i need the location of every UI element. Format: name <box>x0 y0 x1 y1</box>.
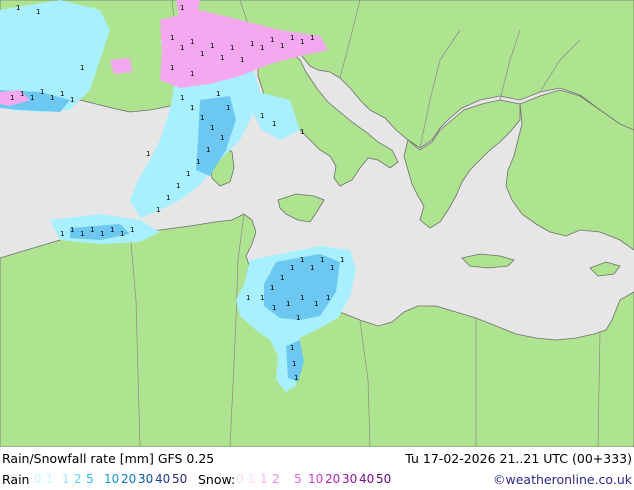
svg-text:1: 1 <box>286 300 290 308</box>
rain-legend-label: Rain <box>2 472 30 487</box>
snow-legend-1: 1 <box>260 472 268 486</box>
rain-legend-5: 5 <box>86 472 94 486</box>
svg-text:1: 1 <box>36 8 40 16</box>
svg-text:1: 1 <box>290 264 294 272</box>
svg-text:1: 1 <box>190 70 194 78</box>
svg-text:1: 1 <box>190 104 194 112</box>
svg-text:1: 1 <box>250 40 254 48</box>
svg-text:1: 1 <box>210 42 214 50</box>
svg-text:1: 1 <box>300 256 304 264</box>
svg-text:1: 1 <box>280 274 284 282</box>
svg-text:1: 1 <box>272 304 276 312</box>
svg-text:1: 1 <box>330 264 334 272</box>
precipitation-map: 1 1 111 111 11 11111111111111111 11111111 11… <box>0 0 634 447</box>
rain-legend-2: 2 <box>74 472 82 486</box>
svg-text:1: 1 <box>100 230 104 238</box>
svg-text:1: 1 <box>30 94 34 102</box>
snow-legend-20: 20 <box>325 472 341 486</box>
svg-text:1: 1 <box>206 146 210 154</box>
svg-text:1: 1 <box>260 112 264 120</box>
svg-text:1: 1 <box>170 64 174 72</box>
title-bar: Rain/Snowfall rate [mm] GFS 0.25 Tu 17-0… <box>0 448 634 469</box>
snow-legend-10: 10 <box>308 472 324 486</box>
svg-text:1: 1 <box>260 44 264 52</box>
svg-text:1: 1 <box>230 44 234 52</box>
svg-text:1: 1 <box>220 134 224 142</box>
svg-text:1: 1 <box>60 230 64 238</box>
svg-text:1: 1 <box>340 256 344 264</box>
snow-legend-2: 2 <box>272 472 280 486</box>
snow-legend-0-1: 0.1 <box>236 472 256 486</box>
svg-text:1: 1 <box>10 94 14 102</box>
svg-text:1: 1 <box>180 44 184 52</box>
svg-text:1: 1 <box>130 226 134 234</box>
svg-text:1: 1 <box>210 124 214 132</box>
svg-text:1: 1 <box>196 158 200 166</box>
svg-text:1: 1 <box>176 182 180 190</box>
rain-legend-50: 50 <box>172 472 188 486</box>
svg-text:1: 1 <box>290 344 294 352</box>
svg-text:1: 1 <box>180 94 184 102</box>
svg-text:1: 1 <box>60 90 64 98</box>
svg-text:1: 1 <box>240 56 244 64</box>
svg-text:1: 1 <box>146 150 150 158</box>
svg-text:1: 1 <box>200 114 204 122</box>
svg-text:1: 1 <box>40 88 44 96</box>
svg-text:1: 1 <box>90 226 94 234</box>
valid-time: Tu 17-02-2026 21..21 UTC (00+333) <box>405 451 632 466</box>
svg-text:1: 1 <box>246 294 250 302</box>
svg-text:1: 1 <box>70 226 74 234</box>
snow-legend-50: 50 <box>376 472 392 486</box>
svg-text:1: 1 <box>290 34 294 42</box>
svg-text:1: 1 <box>320 256 324 264</box>
svg-text:1: 1 <box>220 54 224 62</box>
snow-legend-30: 30 <box>342 472 358 486</box>
svg-text:1: 1 <box>300 38 304 46</box>
svg-text:1: 1 <box>310 34 314 42</box>
svg-text:1: 1 <box>260 294 264 302</box>
svg-text:1: 1 <box>200 50 204 58</box>
rain-legend-1: 1 <box>62 472 70 486</box>
rain-legend-0-1: 0.1 <box>34 472 54 486</box>
snow-legend-label: Snow: <box>198 472 236 487</box>
svg-text:1: 1 <box>280 42 284 50</box>
svg-text:1: 1 <box>294 374 298 382</box>
rain-legend-30: 30 <box>138 472 154 486</box>
snow-legend-5: 5 <box>294 472 302 486</box>
svg-text:1: 1 <box>16 4 20 12</box>
map-title: Rain/Snowfall rate [mm] GFS 0.25 <box>2 451 215 466</box>
svg-text:1: 1 <box>272 120 276 128</box>
svg-text:1: 1 <box>310 264 314 272</box>
svg-text:1: 1 <box>166 194 170 202</box>
legend-bar: Rain 0.1 1 2 5 10 20 30 40 50 Snow: 0.1 1 2 5 10 20 30… <box>0 469 634 490</box>
svg-text:1: 1 <box>80 230 84 238</box>
svg-text:1: 1 <box>270 36 274 44</box>
svg-text:1: 1 <box>180 4 184 12</box>
svg-text:1: 1 <box>80 64 84 72</box>
svg-text:1: 1 <box>120 230 124 238</box>
credit-link[interactable]: ©weatheronline.co.uk <box>493 472 632 487</box>
svg-text:1: 1 <box>300 128 304 136</box>
svg-text:1: 1 <box>186 170 190 178</box>
rain-legend-10: 10 <box>104 472 120 486</box>
svg-text:1: 1 <box>300 294 304 302</box>
svg-text:1: 1 <box>20 90 24 98</box>
svg-text:1: 1 <box>156 206 160 214</box>
svg-text:1: 1 <box>50 94 54 102</box>
svg-text:1: 1 <box>292 360 296 368</box>
svg-text:1: 1 <box>270 284 274 292</box>
svg-text:1: 1 <box>326 294 330 302</box>
svg-text:1: 1 <box>70 96 74 104</box>
rain-legend-20: 20 <box>121 472 137 486</box>
snow-legend-40: 40 <box>359 472 375 486</box>
svg-text:1: 1 <box>226 104 230 112</box>
svg-text:1: 1 <box>170 34 174 42</box>
svg-text:1: 1 <box>216 90 220 98</box>
rain-legend-40: 40 <box>155 472 171 486</box>
svg-text:1: 1 <box>296 314 300 322</box>
svg-text:1: 1 <box>314 300 318 308</box>
svg-text:1: 1 <box>110 226 114 234</box>
svg-text:1: 1 <box>190 38 194 46</box>
